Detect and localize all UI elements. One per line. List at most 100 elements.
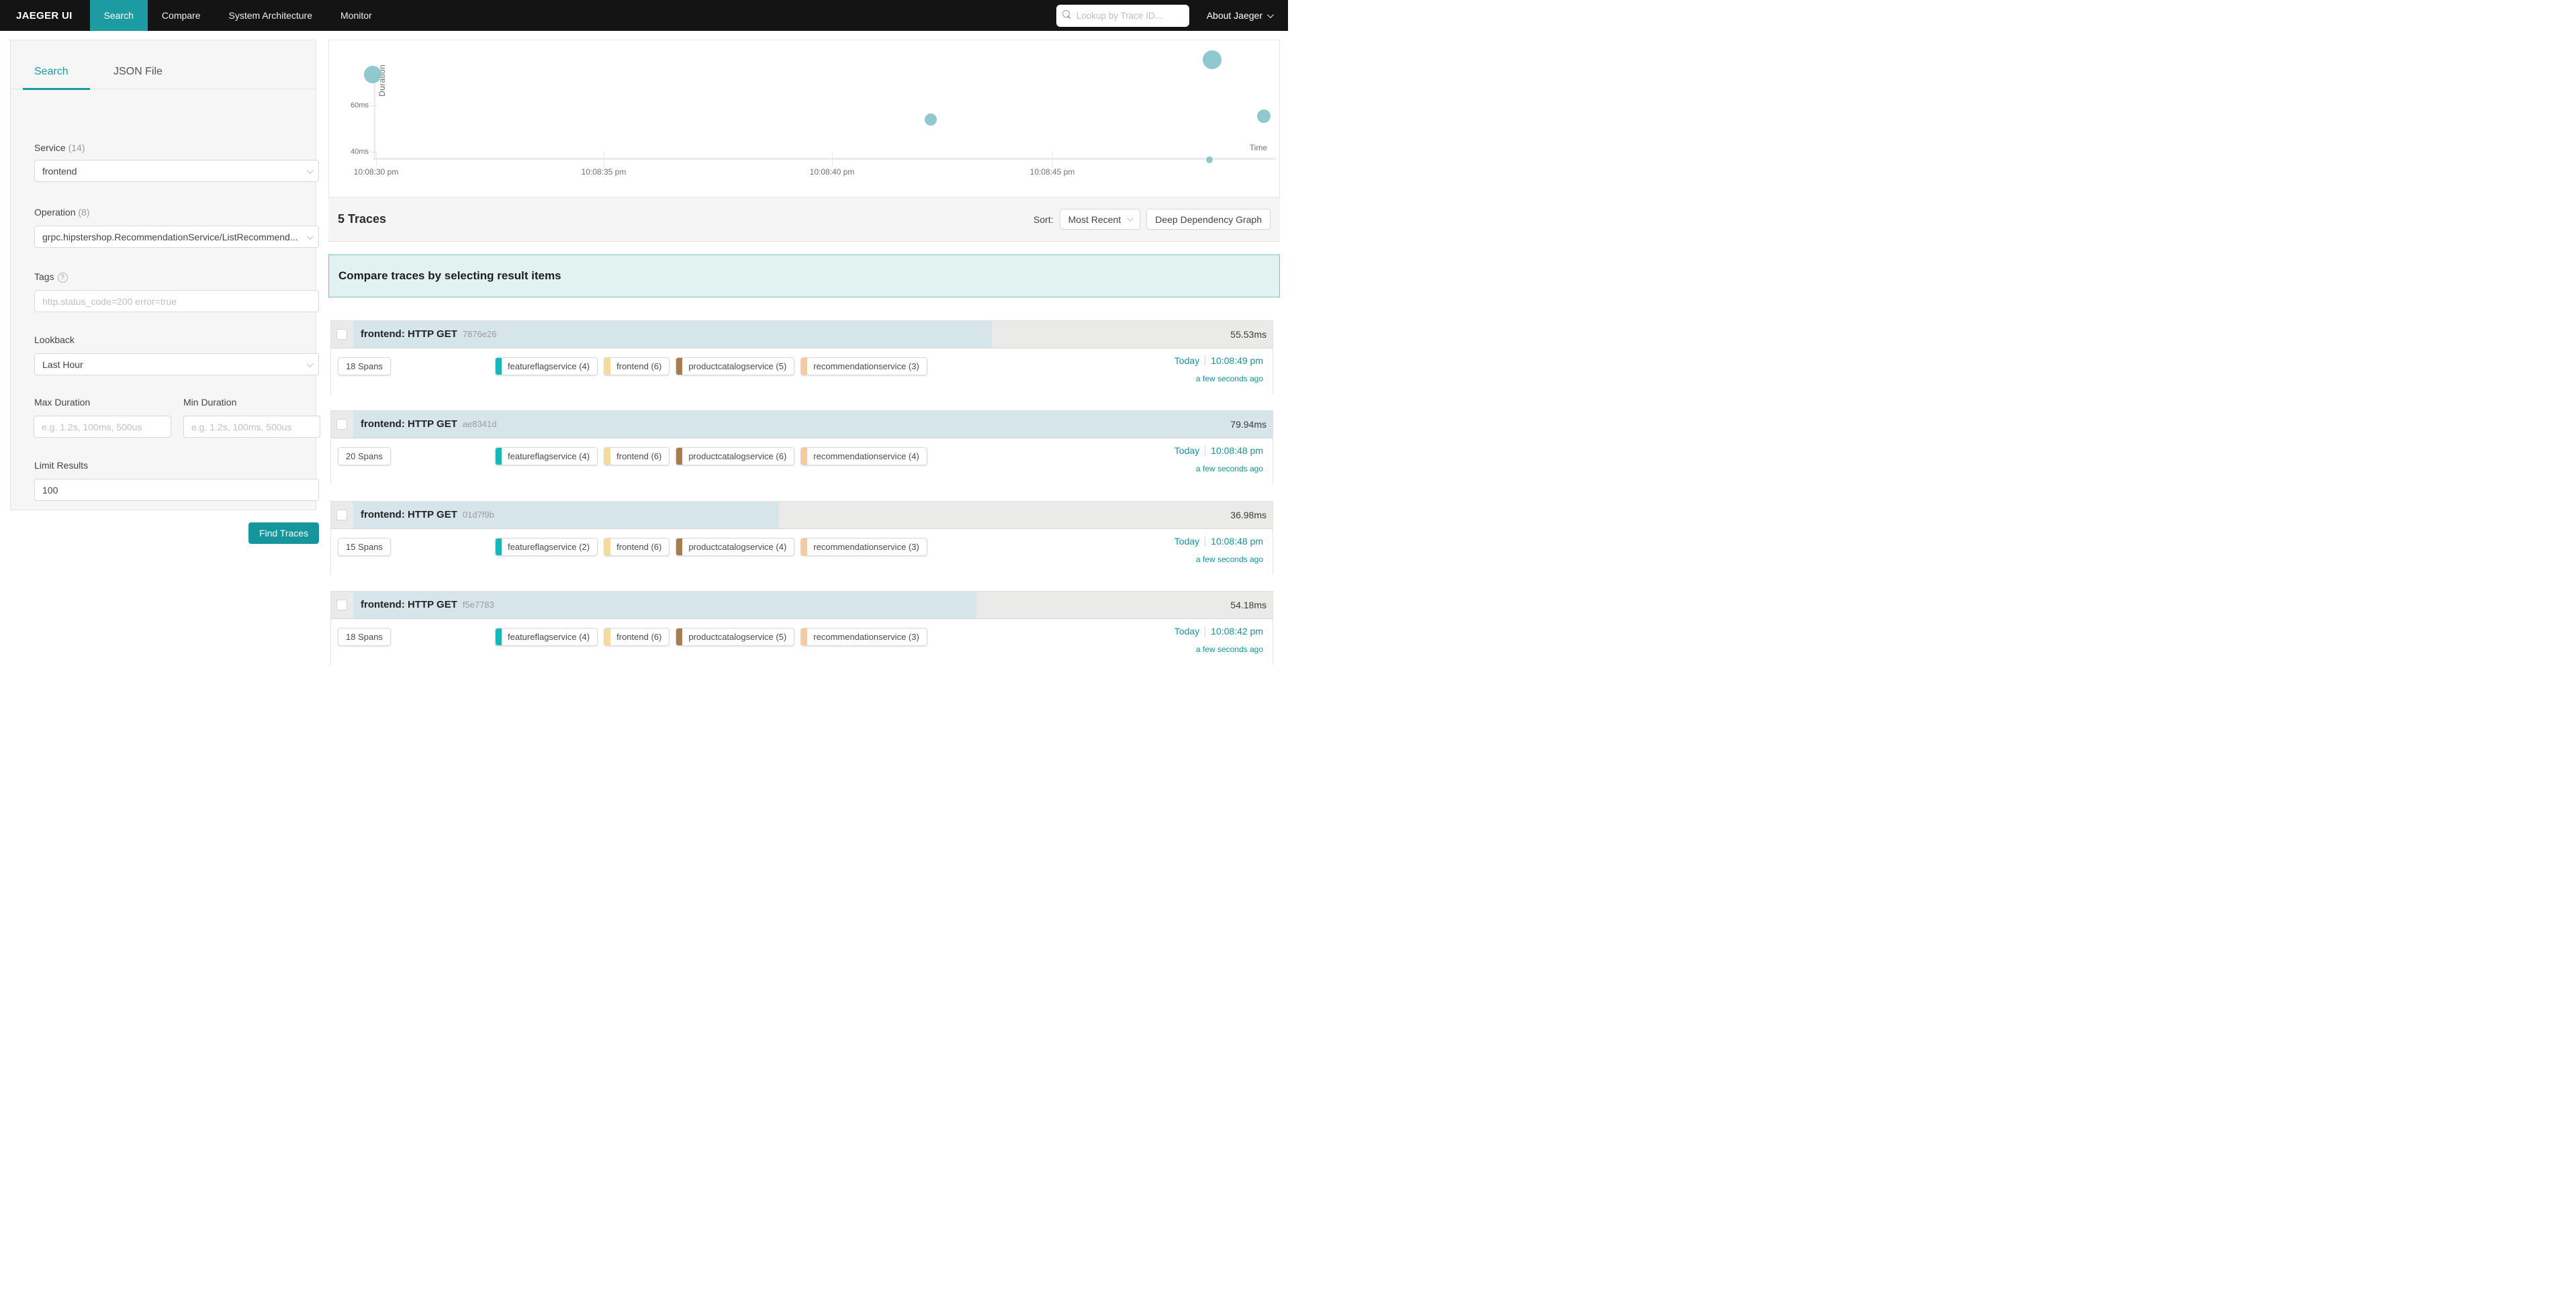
search-results-main: Duration Time 60ms40ms10:08:30 pm10:08:3… (328, 0, 1280, 654)
trace-row-header[interactable]: frontend: HTTP GET01d7f9b36.98ms (331, 502, 1273, 529)
tags-input[interactable] (34, 290, 319, 312)
trace-duration: 55.53ms (1230, 329, 1267, 340)
trace-lookup-input[interactable] (1056, 5, 1189, 27)
service-tag-chip: featureflagservice (4) (495, 357, 598, 375)
trace-title: frontend: HTTP GETf5e7783 (361, 599, 494, 610)
deep-dependency-graph-button[interactable]: Deep Dependency Graph (1146, 209, 1271, 230)
service-tag-chip: recommendationservice (3) (800, 628, 927, 646)
span-count-chip: 15 Spans (338, 538, 391, 556)
tab-active-indicator (23, 88, 90, 90)
service-select[interactable]: frontend (34, 160, 319, 182)
chevron-down-icon (307, 233, 314, 240)
lookback-label: Lookback (34, 334, 75, 345)
trace-scatter-point[interactable] (1203, 50, 1222, 69)
about-jaeger-menu[interactable]: About Jaeger (1207, 10, 1272, 21)
nav-tab-system-architecture[interactable]: System Architecture (215, 0, 327, 31)
trace-scatter-point[interactable] (364, 66, 381, 83)
trace-result-row[interactable]: frontend: HTTP GET01d7f9b36.98ms 15 Spans… (330, 501, 1273, 575)
trace-title: frontend: HTTP GET01d7f9b (361, 509, 494, 520)
operation-select[interactable]: grpc.hipstershop.RecommendationService/L… (34, 226, 319, 248)
trace-result-row[interactable]: frontend: HTTP GETae8341d 79.94ms 20 Spans… (330, 410, 1273, 484)
trace-duration: 54.18ms (1230, 600, 1267, 610)
trace-time-link[interactable]: 10:08:49 pm (1211, 355, 1263, 366)
trace-select-checkbox[interactable] (336, 600, 347, 610)
tab-search[interactable]: Search (34, 66, 68, 78)
trace-id: 01d7f9b (463, 510, 494, 520)
service-color-stripe (801, 539, 807, 555)
trace-timestamp-block: Today 10:08:48 pm a few seconds ago (1175, 536, 1263, 564)
trace-row-header[interactable]: frontend: HTTP GETae8341d 79.94ms (331, 411, 1273, 438)
service-tag-chip: recommendationservice (3) (800, 357, 927, 375)
trace-id: f5e7783 (463, 600, 494, 610)
topbar-right: About Jaeger (1056, 0, 1288, 31)
trace-select-checkbox[interactable] (336, 329, 347, 340)
lookback-select[interactable]: Last Hour (34, 353, 319, 375)
service-tag-chip: featureflagservice (2) (495, 538, 598, 556)
nav-tab-search[interactable]: Search (90, 0, 148, 31)
duration-scatter-plot: Duration Time 60ms40ms10:08:30 pm10:08:3… (328, 40, 1280, 197)
trace-result-row[interactable]: frontend: HTTP GET7876e26 55.53ms 18 Spans… (330, 320, 1273, 394)
trace-scatter-point[interactable] (1257, 109, 1271, 123)
find-traces-button[interactable]: Find Traces (248, 522, 319, 544)
service-tag-chip: featureflagservice (4) (495, 628, 598, 646)
trace-date-link[interactable]: Today (1175, 445, 1199, 456)
service-tag-chip: frontend (6) (604, 538, 670, 556)
compare-traces-banner: Compare traces by selecting result items (328, 254, 1280, 297)
trace-date-link[interactable]: Today (1175, 536, 1199, 547)
trace-date-link[interactable]: Today (1175, 626, 1199, 637)
x-axis-line (373, 158, 1276, 160)
trace-result-row[interactable]: frontend: HTTP GETf5e778354.18ms18 Spans… (330, 591, 1273, 665)
limit-results-input[interactable] (34, 479, 319, 501)
sort-label: Sort: (1033, 214, 1054, 225)
trace-row-header[interactable]: frontend: HTTP GET7876e26 55.53ms (331, 321, 1273, 348)
service-label: Service (14) (34, 142, 85, 153)
min-duration-label: Min Duration (183, 397, 236, 408)
span-count-chip: 20 Spans (338, 447, 391, 465)
trace-count-heading: 5 Traces (338, 212, 386, 226)
service-color-stripe (801, 448, 807, 465)
span-count-chip: 18 Spans (338, 357, 391, 375)
tab-json-file[interactable]: JSON File (113, 66, 163, 78)
x-tick-mark (1052, 152, 1053, 167)
service-tag-chip: frontend (6) (604, 447, 670, 465)
sort-select[interactable]: Most Recent (1060, 209, 1141, 230)
service-tag-chip: productcatalogservice (5) (676, 357, 794, 375)
help-icon[interactable]: ? (58, 273, 68, 283)
trace-time-link[interactable]: 10:08:48 pm (1211, 445, 1263, 456)
trace-select-checkbox[interactable] (336, 510, 347, 520)
max-duration-input[interactable] (34, 416, 171, 438)
y-tick-label: 60ms (328, 101, 369, 109)
nav-tab-compare[interactable]: Compare (148, 0, 215, 31)
service-color-stripe (496, 448, 502, 465)
trace-id: ae8341d (463, 419, 497, 429)
service-color-stripe (676, 628, 682, 645)
trace-relative-time: a few seconds ago (1175, 555, 1263, 564)
service-color-stripe (496, 358, 502, 375)
trace-select-checkbox[interactable] (336, 419, 347, 430)
trace-date-link[interactable]: Today (1175, 355, 1199, 366)
y-tick-label: 40ms (328, 148, 369, 156)
service-color-stripe (676, 448, 682, 465)
trace-scatter-point[interactable] (1206, 156, 1213, 163)
trace-relative-time: a few seconds ago (1175, 464, 1263, 473)
chevron-down-icon (307, 167, 314, 174)
trace-time-link[interactable]: 10:08:42 pm (1211, 626, 1263, 637)
service-tag-chip: featureflagservice (4) (495, 447, 598, 465)
trace-title: frontend: HTTP GETae8341d (361, 418, 497, 430)
nav-tab-monitor[interactable]: Monitor (326, 0, 386, 31)
trace-time-link[interactable]: 10:08:48 pm (1211, 536, 1263, 547)
about-jaeger-label: About Jaeger (1207, 10, 1262, 21)
service-color-stripe (604, 539, 610, 555)
trace-row-header[interactable]: frontend: HTTP GETf5e7783 54.18ms (331, 592, 1273, 619)
app-logo: JAEGER UI (0, 0, 90, 31)
trace-timestamp-block: Today10:08:49 pma few seconds ago (1175, 355, 1263, 383)
min-duration-input[interactable] (183, 416, 320, 438)
trace-title: frontend: HTTP GET7876e26 (361, 328, 497, 340)
compare-traces-banner-text: Compare traces by selecting result items (338, 269, 561, 283)
trace-duration: 79.94ms (1230, 419, 1267, 430)
service-tag-chip: productcatalogservice (4) (676, 538, 794, 556)
trace-scatter-point[interactable] (925, 113, 937, 126)
service-color-stripe (676, 358, 682, 375)
chevron-down-icon (1267, 11, 1274, 18)
service-color-stripe (676, 539, 682, 555)
